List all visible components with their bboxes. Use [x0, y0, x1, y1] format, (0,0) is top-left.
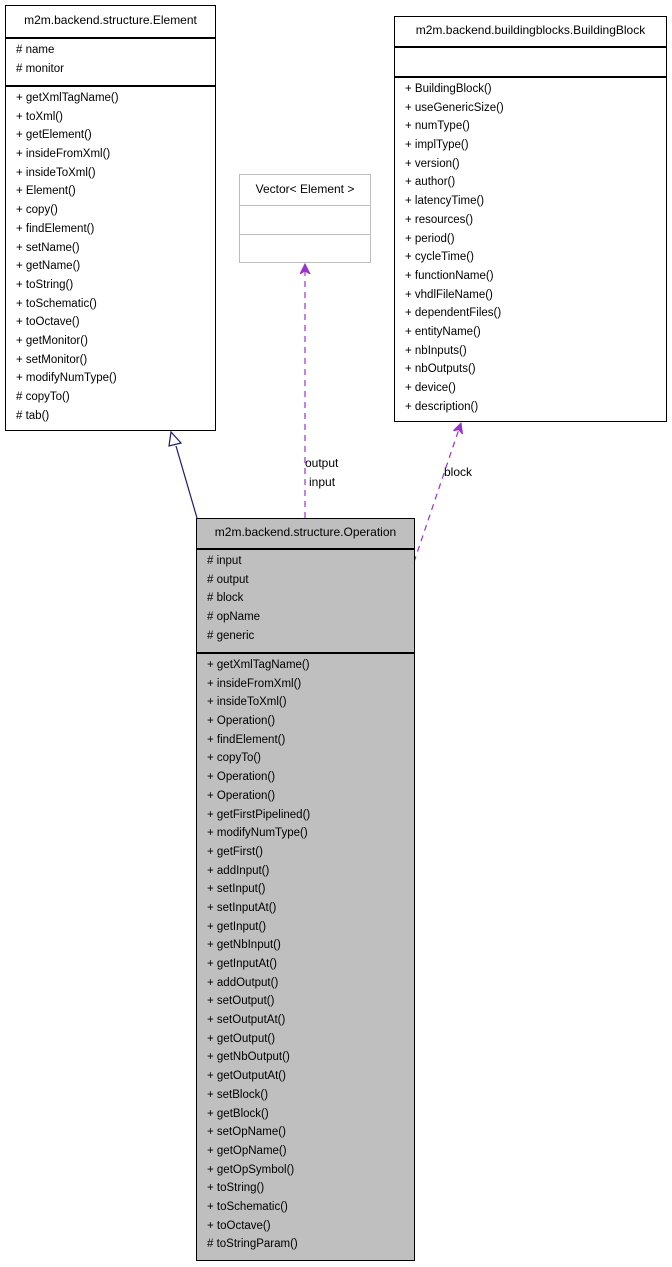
method-item[interactable]: + getNbInput(): [207, 936, 414, 955]
class-vector-methods: [240, 234, 370, 262]
method-item[interactable]: + setBlock(): [207, 1086, 414, 1105]
method-item[interactable]: + getXmlTagName(): [16, 89, 215, 108]
class-building-block-methods: + BuildingBlock() + useGenericSize() + num…: [395, 76, 666, 416]
method-item[interactable]: + version(): [405, 155, 666, 174]
method-item[interactable]: + getOpSymbol(): [207, 1161, 414, 1180]
class-building-block[interactable]: m2m.backend.buildingblocks.BuildingBlock…: [394, 16, 667, 422]
method-item[interactable]: + toXml(): [16, 108, 215, 127]
method-item[interactable]: + setInputAt(): [207, 899, 414, 918]
inheritance-edge: [175, 445, 198, 519]
method-item[interactable]: + insideToXml(): [207, 693, 414, 712]
method-item[interactable]: + copy(): [16, 201, 215, 220]
method-item[interactable]: + getOpName(): [207, 1142, 414, 1161]
method-item[interactable]: + toString(): [207, 1179, 414, 1198]
method-item[interactable]: + modifyNumType(): [207, 824, 414, 843]
method-item[interactable]: # tab(): [16, 407, 215, 426]
method-item[interactable]: + Operation(): [207, 787, 414, 806]
attribute-item[interactable]: # name: [16, 41, 215, 60]
class-element-methods: + getXmlTagName() + toXml() + getElement()…: [6, 85, 215, 425]
method-item[interactable]: + getInputAt(): [207, 955, 414, 974]
method-item[interactable]: + resources(): [405, 211, 666, 230]
method-item[interactable]: + toSchematic(): [207, 1198, 414, 1217]
method-item[interactable]: + getMonitor(): [16, 332, 215, 351]
method-item[interactable]: + toOctave(): [207, 1217, 414, 1236]
method-item[interactable]: + useGenericSize(): [405, 99, 666, 118]
method-item[interactable]: + vhdlFileName(): [405, 286, 666, 305]
method-item[interactable]: + getOutput(): [207, 1030, 414, 1049]
method-item[interactable]: + getElement(): [16, 126, 215, 145]
method-item[interactable]: + getFirst(): [207, 843, 414, 862]
method-item[interactable]: + cycleTime(): [405, 248, 666, 267]
method-item[interactable]: + insideFromXml(): [207, 675, 414, 694]
method-item[interactable]: + setMonitor(): [16, 351, 215, 370]
method-item[interactable]: + getXmlTagName(): [207, 656, 414, 675]
class-element-attributes: # name # monitor: [6, 37, 215, 85]
inheritance-arrowhead: [168, 430, 183, 447]
class-operation-attributes: # input # output # block # opName # generic: [197, 548, 414, 652]
method-item[interactable]: + getFirstPipelined(): [207, 806, 414, 825]
block-usage-edge: [413, 423, 461, 563]
method-item[interactable]: + nbInputs(): [405, 342, 666, 361]
attribute-item[interactable]: # opName: [207, 608, 414, 627]
method-item[interactable]: + getName(): [16, 257, 215, 276]
method-item[interactable]: + dependentFiles(): [405, 304, 666, 323]
method-item[interactable]: + functionName(): [405, 267, 666, 286]
method-item[interactable]: + BuildingBlock(): [405, 80, 666, 99]
method-item[interactable]: + findElement(): [207, 731, 414, 750]
method-item[interactable]: + Element(): [16, 182, 215, 201]
method-item[interactable]: # toStringParam(): [207, 1235, 414, 1254]
method-item[interactable]: + setOutput(): [207, 992, 414, 1011]
method-item[interactable]: + setOutputAt(): [207, 1011, 414, 1030]
class-operation-methods: + getXmlTagName() + insideFromXml() + insi…: [197, 652, 414, 1254]
class-operation-title: m2m.backend.structure.Operation: [214, 525, 397, 539]
method-item[interactable]: + numType(): [405, 117, 666, 136]
method-item[interactable]: + author(): [405, 173, 666, 192]
method-item[interactable]: + getOutputAt(): [207, 1067, 414, 1086]
edge-label-output: output: [305, 456, 339, 470]
class-element[interactable]: m2m.backend.structure.Element # name # mo…: [5, 5, 216, 431]
attribute-item[interactable]: # output: [207, 571, 414, 590]
method-item[interactable]: + Operation(): [207, 768, 414, 787]
method-item[interactable]: + device(): [405, 379, 666, 398]
method-item[interactable]: + Operation(): [207, 712, 414, 731]
class-building-block-attributes: [395, 46, 666, 76]
method-item[interactable]: + toOctave(): [16, 313, 215, 332]
method-item[interactable]: + latencyTime(): [405, 192, 666, 211]
method-item[interactable]: + setInput(): [207, 880, 414, 899]
method-item[interactable]: + getInput(): [207, 918, 414, 937]
edge-label-block: block: [444, 465, 473, 479]
method-item[interactable]: + entityName(): [405, 323, 666, 342]
method-item[interactable]: + getNbOutput(): [207, 1048, 414, 1067]
class-building-block-title: m2m.backend.buildingblocks.BuildingBlock: [415, 23, 646, 37]
method-item[interactable]: + period(): [405, 230, 666, 249]
class-vector-title: Vector< Element >: [255, 182, 355, 196]
class-vector-attributes: [240, 205, 370, 234]
class-operation[interactable]: m2m.backend.structure.Operation # input #…: [196, 518, 415, 1261]
method-item[interactable]: + setName(): [16, 239, 215, 258]
edge-label-input: input: [309, 475, 336, 489]
attribute-item[interactable]: # block: [207, 589, 414, 608]
attribute-item[interactable]: # generic: [207, 627, 414, 646]
method-item[interactable]: + toString(): [16, 276, 215, 295]
method-item[interactable]: + copyTo(): [207, 749, 414, 768]
attribute-item[interactable]: # monitor: [16, 60, 215, 79]
method-item[interactable]: + addInput(): [207, 862, 414, 881]
method-item[interactable]: + description(): [405, 398, 666, 417]
method-item[interactable]: + insideToXml(): [16, 164, 215, 183]
class-element-title: m2m.backend.structure.Element: [24, 13, 197, 27]
method-item[interactable]: # copyTo(): [16, 388, 215, 407]
method-item[interactable]: + setOpName(): [207, 1123, 414, 1142]
method-item[interactable]: + modifyNumType(): [16, 369, 215, 388]
class-vector-element[interactable]: Vector< Element >: [239, 174, 371, 263]
method-item[interactable]: + insideFromXml(): [16, 145, 215, 164]
method-item[interactable]: + getBlock(): [207, 1105, 414, 1124]
method-item[interactable]: + nbOutputs(): [405, 360, 666, 379]
method-item[interactable]: + addOutput(): [207, 974, 414, 993]
method-item[interactable]: + toSchematic(): [16, 295, 215, 314]
method-item[interactable]: + findElement(): [16, 220, 215, 239]
method-item[interactable]: + implType(): [405, 136, 666, 155]
attribute-item[interactable]: # input: [207, 552, 414, 571]
